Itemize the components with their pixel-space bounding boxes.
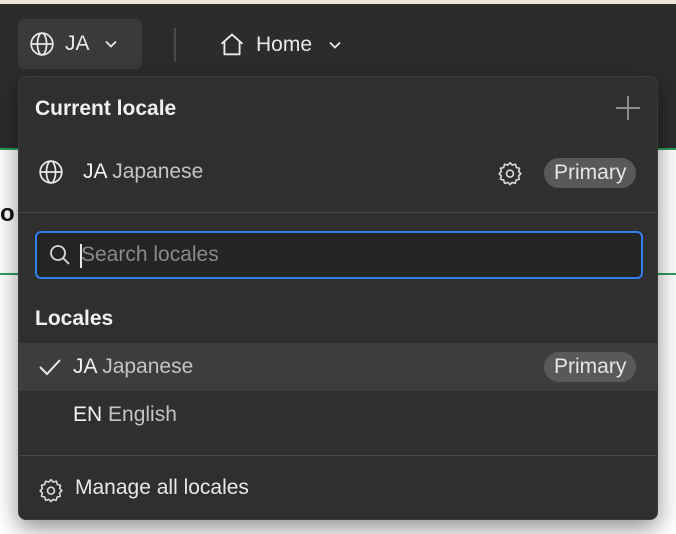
locales-title: Locales [35, 307, 114, 330]
chevron-down-icon [329, 41, 341, 49]
toolbar-divider [174, 28, 176, 62]
divider [19, 455, 657, 456]
current-locale-row: JA Japanese Primary [19, 143, 657, 203]
search-field[interactable] [35, 231, 643, 279]
primary-badge: Primary [544, 158, 637, 188]
locale-code: JA [73, 355, 97, 378]
plus-icon[interactable] [615, 95, 641, 121]
check-icon [39, 359, 61, 376]
manage-all-locales-label: Manage all locales [75, 476, 249, 499]
locale-switcher-button[interactable]: JA [18, 19, 142, 69]
home-menu-label: Home [256, 33, 313, 56]
gear-icon [39, 478, 63, 503]
gear-icon[interactable] [497, 160, 523, 186]
manage-all-locales-button[interactable]: Manage all locales [19, 457, 657, 519]
locale-name: English [108, 403, 177, 426]
search-input[interactable] [81, 233, 631, 277]
home-icon [220, 33, 244, 56]
locale-item-text: EN English [73, 403, 177, 427]
primary-badge: Primary [544, 352, 637, 382]
globe-icon [39, 160, 63, 184]
locale-switcher-label: JA [65, 32, 90, 55]
locale-code: EN [73, 403, 103, 426]
locale-dropdown: Current locale JA Japanese Primary Searc… [18, 76, 658, 520]
divider [19, 212, 657, 213]
current-locale-text: JA Japanese [83, 160, 203, 184]
locale-name: Japanese [112, 160, 204, 183]
locale-code: JA [83, 160, 107, 183]
locale-item-text: JA Japanese [73, 355, 193, 379]
chevron-down-icon [104, 40, 117, 48]
background-text-fragment: o [0, 200, 15, 227]
locale-name: Japanese [102, 355, 194, 378]
current-locale-title: Current locale [35, 97, 177, 120]
home-menu-button[interactable]: Home [218, 26, 342, 64]
app-window: o JA Home Current locale JA Japanese Pri… [0, 0, 676, 534]
toolbar: JA Home [0, 4, 676, 86]
locale-item-en[interactable]: EN English [19, 391, 657, 439]
search-icon [50, 245, 70, 265]
globe-icon [30, 32, 54, 56]
locale-item-ja[interactable]: JA Japanese Primary [19, 343, 657, 391]
